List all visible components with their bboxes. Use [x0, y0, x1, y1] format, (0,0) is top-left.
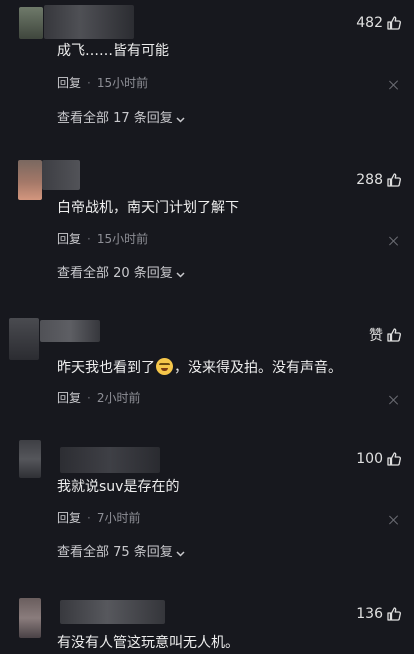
comment-meta: 回复 · 15小时前	[57, 232, 148, 246]
reply-button[interactable]: 回复	[57, 391, 81, 405]
comment-text: 有没有人管这玩意叫无人机。	[57, 635, 239, 651]
chevron-down-icon	[176, 550, 185, 557]
comment-meta: 回复 · 2小时前	[57, 391, 140, 405]
close-icon[interactable]	[389, 515, 399, 525]
username-blurred	[44, 5, 134, 39]
timestamp: 7小时前	[96, 511, 141, 525]
like-button[interactable]: 136	[356, 605, 402, 623]
thumbs-up-icon	[387, 173, 401, 187]
comment-text: 成飞……皆有可能	[57, 43, 169, 59]
thumbs-up-icon	[387, 452, 401, 466]
separator-dot: ·	[87, 76, 91, 90]
thumbs-up-icon	[387, 328, 401, 342]
username-blurred	[40, 320, 100, 342]
like-count: 100	[356, 451, 383, 467]
username-blurred	[60, 600, 165, 624]
username-blurred	[42, 160, 80, 190]
thumbs-up-icon	[387, 607, 401, 621]
view-all-label: 查看全部 17 条回复	[57, 111, 173, 126]
reply-button[interactable]: 回复	[57, 76, 81, 90]
thumbs-up-icon	[387, 16, 401, 30]
avatar[interactable]	[18, 160, 42, 200]
comment-text-part: 昨天我也看到了	[57, 360, 155, 376]
like-count: 288	[356, 172, 383, 188]
crying-laughing-emoji-icon	[156, 358, 173, 375]
like-count: 136	[356, 606, 383, 622]
close-icon[interactable]	[389, 395, 399, 405]
reply-button[interactable]: 回复	[57, 511, 81, 525]
separator-dot: ·	[87, 232, 91, 246]
comment-meta: 回复 · 7小时前	[57, 511, 140, 525]
like-button[interactable]: 100	[356, 450, 402, 468]
like-count: 482	[356, 15, 383, 31]
comment-text: 白帝战机，南天门计划了解下	[57, 200, 239, 216]
comment-text: 我就说suv是存在的	[57, 479, 180, 495]
comment-text: 昨天我也看到了 ，没来得及拍。没有声音。	[57, 358, 342, 377]
view-all-replies-button[interactable]: 查看全部 20 条回复	[57, 266, 186, 282]
close-icon[interactable]	[389, 80, 399, 90]
view-all-replies-button[interactable]: 查看全部 17 条回复	[57, 111, 186, 127]
close-icon[interactable]	[389, 236, 399, 246]
chevron-down-icon	[176, 271, 185, 278]
timestamp: 2小时前	[96, 391, 141, 405]
comment-meta: 回复 · 15小时前	[57, 76, 148, 90]
like-button[interactable]: 482	[356, 14, 402, 32]
avatar[interactable]	[9, 318, 39, 360]
avatar[interactable]	[19, 598, 41, 638]
view-all-replies-button[interactable]: 查看全部 75 条回复	[57, 545, 186, 561]
separator-dot: ·	[87, 391, 91, 405]
separator-dot: ·	[87, 511, 91, 525]
view-all-label: 查看全部 20 条回复	[57, 266, 173, 281]
like-button[interactable]: 288	[356, 171, 402, 189]
view-all-label: 查看全部 75 条回复	[57, 545, 173, 560]
timestamp: 15小时前	[96, 76, 149, 90]
reply-button[interactable]: 回复	[57, 232, 81, 246]
avatar[interactable]	[19, 440, 41, 478]
like-button[interactable]: 赞	[369, 326, 402, 344]
comment-text-part: ，没来得及拍。没有声音。	[174, 360, 342, 376]
timestamp: 15小时前	[96, 232, 149, 246]
chevron-down-icon	[176, 116, 185, 123]
username-blurred	[60, 447, 160, 473]
avatar[interactable]	[19, 7, 43, 39]
like-count: 赞	[369, 328, 383, 344]
